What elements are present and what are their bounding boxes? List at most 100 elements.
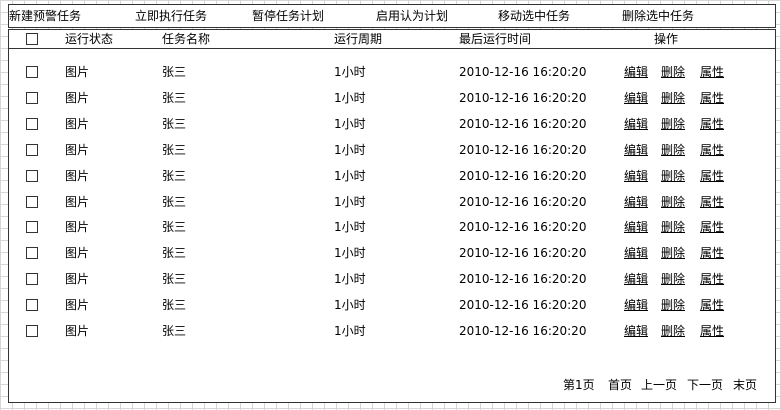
row-edit-link[interactable]: 编辑 (624, 90, 648, 106)
row-edit-link[interactable]: 编辑 (624, 64, 648, 80)
row-checkbox[interactable] (26, 221, 38, 234)
last-page-link[interactable]: 末页 (733, 377, 757, 393)
task-table-panel: 运行状态 任务名称 运行周期 最后运行时间 操作 图片 张三 1小时 2010-12-… (8, 29, 776, 403)
row-delete-link[interactable]: 删除 (661, 297, 685, 313)
row-last-run: 2010-12-16 16:20:20 (459, 272, 587, 287)
row-checkbox[interactable] (26, 143, 38, 156)
row-checkbox[interactable] (26, 117, 38, 130)
row-edit-link[interactable]: 编辑 (624, 194, 648, 210)
row-edit-link[interactable]: 编辑 (624, 168, 648, 184)
row-period: 1小时 (334, 194, 366, 209)
table-row[interactable]: 图片 张三 1小时 2010-12-16 16:20:20 编辑 删除 属性 (9, 86, 775, 112)
row-delete-link[interactable]: 删除 (661, 64, 685, 80)
current-page-label: 第1页 (563, 378, 595, 392)
table-row[interactable]: 图片 张三 1小时 2010-12-16 16:20:20 编辑 删除 属性 (9, 138, 775, 164)
row-status: 图片 (65, 90, 90, 105)
row-status: 图片 (65, 220, 90, 235)
row-delete-link[interactable]: 删除 (661, 219, 685, 235)
table-row[interactable]: 图片 张三 1小时 2010-12-16 16:20:20 编辑 删除 属性 (9, 241, 775, 267)
new-alert-task-button[interactable]: 新建预警任务 (9, 8, 81, 24)
first-page-link[interactable]: 首页 (608, 377, 632, 393)
row-checkbox[interactable] (26, 91, 38, 104)
row-properties-link[interactable]: 属性 (700, 245, 724, 261)
row-properties-link[interactable]: 属性 (700, 90, 724, 106)
row-properties-link[interactable]: 属性 (700, 219, 724, 235)
row-edit-link[interactable]: 编辑 (624, 219, 648, 235)
row-properties-link[interactable]: 属性 (700, 64, 724, 80)
move-selected-button[interactable]: 移动选中任务 (498, 8, 570, 24)
row-last-run: 2010-12-16 16:20:20 (459, 298, 587, 313)
table-row[interactable]: 图片 张三 1小时 2010-12-16 16:20:20 编辑 删除 属性 (9, 293, 775, 319)
row-status: 图片 (65, 116, 90, 131)
row-checkbox[interactable] (26, 299, 38, 312)
row-period: 1小时 (334, 116, 366, 131)
row-delete-link[interactable]: 删除 (661, 323, 685, 339)
table-row[interactable]: 图片 张三 1小时 2010-12-16 16:20:20 编辑 删除 属性 (9, 319, 775, 345)
row-properties-link[interactable]: 属性 (700, 297, 724, 313)
row-properties-link[interactable]: 属性 (700, 168, 724, 184)
row-edit-link[interactable]: 编辑 (624, 271, 648, 287)
delete-selected-button[interactable]: 删除选中任务 (622, 8, 694, 24)
row-edit-link[interactable]: 编辑 (624, 297, 648, 313)
row-status: 图片 (65, 272, 90, 287)
table-row[interactable]: 图片 张三 1小时 2010-12-16 16:20:20 编辑 删除 属性 (9, 215, 775, 241)
row-last-run: 2010-12-16 16:20:20 (459, 246, 587, 261)
row-properties-link[interactable]: 属性 (700, 323, 724, 339)
table-row[interactable]: 图片 张三 1小时 2010-12-16 16:20:20 编辑 删除 属性 (9, 190, 775, 216)
row-status: 图片 (65, 168, 90, 183)
row-status: 图片 (65, 298, 90, 313)
column-header-period[interactable]: 运行周期 (334, 31, 382, 47)
table-row[interactable]: 图片 张三 1小时 2010-12-16 16:20:20 编辑 删除 属性 (9, 112, 775, 138)
row-edit-link[interactable]: 编辑 (624, 245, 648, 261)
table-row[interactable]: 图片 张三 1小时 2010-12-16 16:20:20 编辑 删除 属性 (9, 164, 775, 190)
column-header-name[interactable]: 任务名称 (162, 31, 210, 47)
row-period: 1小时 (334, 168, 366, 183)
row-checkbox[interactable] (26, 195, 38, 208)
row-delete-link[interactable]: 删除 (661, 142, 685, 158)
row-properties-link[interactable]: 属性 (700, 142, 724, 158)
row-last-run: 2010-12-16 16:20:20 (459, 90, 587, 105)
row-edit-link[interactable]: 编辑 (624, 323, 648, 339)
column-header-status[interactable]: 运行状态 (65, 31, 113, 47)
select-all-checkbox[interactable] (26, 33, 38, 45)
row-status: 图片 (65, 324, 90, 338)
row-delete-link[interactable]: 删除 (661, 168, 685, 184)
row-delete-link[interactable]: 删除 (661, 271, 685, 287)
row-task-name: 张三 (162, 324, 187, 338)
row-task-name: 张三 (162, 272, 187, 287)
row-delete-link[interactable]: 删除 (661, 90, 685, 106)
row-period: 1小时 (334, 142, 366, 157)
row-last-run: 2010-12-16 16:20:20 (459, 324, 587, 338)
row-edit-link[interactable]: 编辑 (624, 116, 648, 132)
enable-default-plan-button[interactable]: 启用认为计划 (376, 8, 448, 24)
row-delete-link[interactable]: 删除 (661, 194, 685, 210)
row-checkbox[interactable] (26, 247, 38, 260)
row-checkbox[interactable] (26, 273, 38, 286)
run-now-button[interactable]: 立即执行任务 (135, 8, 207, 24)
row-last-run: 2010-12-16 16:20:20 (459, 142, 587, 157)
prev-page-link[interactable]: 上一页 (641, 377, 677, 393)
row-period: 1小时 (334, 324, 366, 338)
table-row[interactable]: 图片 张三 1小时 2010-12-16 16:20:20 编辑 删除 属性 (9, 267, 775, 293)
row-properties-link[interactable]: 属性 (700, 116, 724, 132)
row-checkbox[interactable] (26, 325, 38, 337)
row-period: 1小时 (334, 272, 366, 287)
row-properties-link[interactable]: 属性 (700, 271, 724, 287)
row-task-name: 张三 (162, 194, 187, 209)
row-properties-link[interactable]: 属性 (700, 194, 724, 210)
row-last-run: 2010-12-16 16:20:20 (459, 194, 587, 209)
row-period: 1小时 (334, 220, 366, 235)
column-header-last-run[interactable]: 最后运行时间 (459, 31, 531, 47)
pause-plan-button[interactable]: 暂停任务计划 (252, 8, 324, 24)
row-delete-link[interactable]: 删除 (661, 116, 685, 132)
row-period: 1小时 (334, 298, 366, 313)
row-task-name: 张三 (162, 298, 187, 313)
row-edit-link[interactable]: 编辑 (624, 142, 648, 158)
table-row[interactable]: 图片 张三 1小时 2010-12-16 16:20:20 编辑 删除 属性 (9, 60, 775, 86)
row-checkbox[interactable] (26, 66, 38, 78)
row-task-name: 张三 (162, 142, 187, 157)
row-status: 图片 (65, 142, 90, 157)
row-delete-link[interactable]: 删除 (661, 245, 685, 261)
row-checkbox[interactable] (26, 169, 38, 182)
next-page-link[interactable]: 下一页 (687, 377, 723, 393)
